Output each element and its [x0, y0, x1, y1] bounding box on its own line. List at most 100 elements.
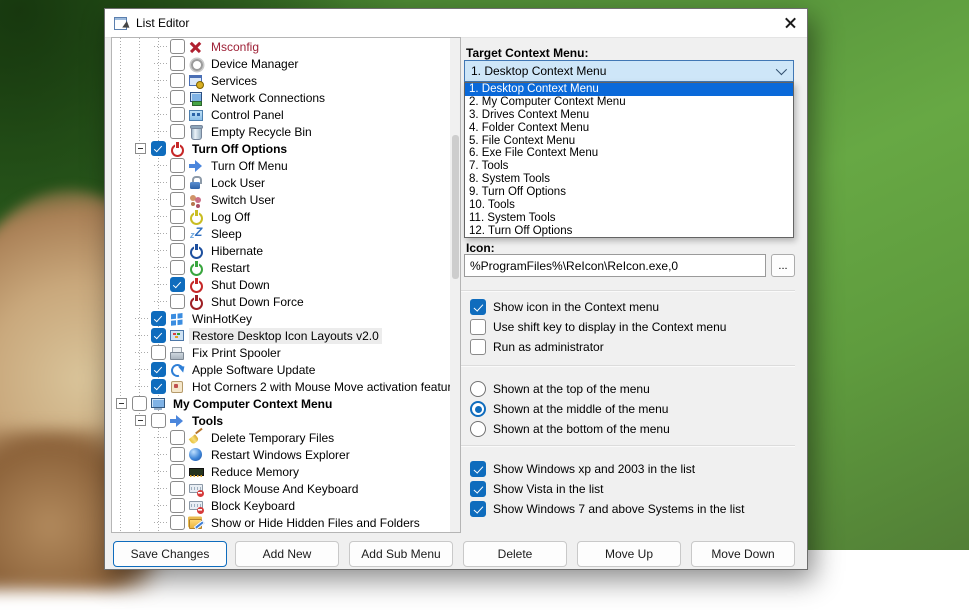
tree-item-label[interactable]: Empty Recycle Bin	[208, 124, 315, 140]
tree-item-checkbox[interactable]	[151, 328, 166, 343]
dropdown-option[interactable]: 1. Desktop Context Menu	[465, 83, 793, 96]
dropdown-option[interactable]: 9. Turn Off Options	[465, 186, 793, 199]
tree-item[interactable]: Restart	[112, 259, 460, 276]
tree-item-label[interactable]: Switch User	[208, 192, 278, 208]
checkbox[interactable]	[470, 461, 486, 477]
tree-item-checkbox[interactable]	[170, 90, 185, 105]
move-up-button[interactable]: Move Up	[577, 541, 681, 567]
tree-item-label[interactable]: Services	[208, 73, 260, 89]
tree-item-checkbox[interactable]	[170, 294, 185, 309]
icon-path-input[interactable]	[464, 254, 766, 277]
close-icon[interactable]	[773, 10, 807, 36]
tree-item-label[interactable]: Msconfig	[208, 39, 262, 55]
tree-item-label[interactable]: Block Keyboard	[208, 498, 298, 514]
tree-item-label[interactable]: WinHotKey	[189, 311, 255, 327]
tree-item-label[interactable]: Fix Print Spooler	[189, 345, 284, 361]
checkbox[interactable]	[470, 319, 486, 335]
tree-item-checkbox[interactable]	[151, 413, 166, 428]
tree-item[interactable]: Sleep	[112, 225, 460, 242]
radio-shown-at-the-middle-of-the-menu[interactable]: Shown at the middle of the menu	[470, 399, 670, 419]
checkbox[interactable]	[470, 299, 486, 315]
tree-item[interactable]: Delete Temporary Files	[112, 429, 460, 446]
tree-scrollbar[interactable]	[450, 38, 460, 532]
dropdown-option[interactable]: 8. System Tools	[465, 173, 793, 186]
move-down-button[interactable]: Move Down	[691, 541, 795, 567]
delete-button[interactable]: Delete	[463, 541, 567, 567]
tree-item[interactable]: Tools	[112, 412, 460, 429]
tree-item[interactable]: Hot Corners 2 with Mouse Move activation…	[112, 378, 460, 395]
tree-item-label[interactable]: Control Panel	[208, 107, 287, 123]
tree-item-label[interactable]: Turn Off Menu	[208, 158, 291, 174]
tree-item-checkbox[interactable]	[170, 124, 185, 139]
checkbox[interactable]	[470, 339, 486, 355]
tree-item[interactable]: WinHotKey	[112, 310, 460, 327]
checkbox[interactable]	[470, 481, 486, 497]
tree-item-label[interactable]: Restore Desktop Icon Layouts v2.0	[189, 328, 382, 344]
tree-item-checkbox[interactable]	[170, 243, 185, 258]
radio-button[interactable]	[470, 421, 486, 437]
tree-item[interactable]: Shut Down Force	[112, 293, 460, 310]
tree-item-label[interactable]: Sleep	[208, 226, 245, 242]
checkbox-show-windows-7-and-above-systems-in-the-list[interactable]: Show Windows 7 and above Systems in the …	[470, 499, 744, 519]
tree-item[interactable]: Show or Hide Hidden Files and Folders	[112, 514, 460, 531]
tree-item[interactable]: Apple Software Update	[112, 361, 460, 378]
tree-item-checkbox[interactable]	[151, 345, 166, 360]
tree-item-label[interactable]: Tools	[189, 413, 226, 429]
dropdown-option[interactable]: 6. Exe File Context Menu	[465, 147, 793, 160]
tree-item-checkbox[interactable]	[170, 226, 185, 241]
dropdown-option[interactable]: 3. Drives Context Menu	[465, 109, 793, 122]
tree-item-checkbox[interactable]	[151, 141, 166, 156]
tree-item-label[interactable]: Hibernate	[208, 243, 266, 259]
expand-collapse-toggle[interactable]	[116, 398, 127, 409]
checkbox-use-shift-key-to-display-in-the-context-menu[interactable]: Use shift key to display in the Context …	[470, 317, 726, 337]
tree-item-label[interactable]: Network Connections	[208, 90, 328, 106]
tree-item-label[interactable]: Hot Corners 2 with Mouse Move activation…	[189, 379, 461, 395]
tree-item-checkbox[interactable]	[170, 430, 185, 445]
tree-item-checkbox[interactable]	[132, 396, 147, 411]
tree-item-checkbox[interactable]	[170, 498, 185, 513]
tree-item-label[interactable]: Delete Temporary Files	[208, 430, 337, 446]
dropdown-option[interactable]: 12. Turn Off Options	[465, 225, 793, 238]
dropdown-option[interactable]: 5. File Context Menu	[465, 135, 793, 148]
tree-item[interactable]: Restart Windows Explorer	[112, 446, 460, 463]
tree-item[interactable]: Restore Desktop Icon Layouts v2.0	[112, 327, 460, 344]
tree-item[interactable]: Fix Print Spooler	[112, 344, 460, 361]
tree-item-label[interactable]: Device Manager	[208, 56, 301, 72]
tree-item-checkbox[interactable]	[151, 379, 166, 394]
tree-item-checkbox[interactable]	[170, 56, 185, 71]
radio-shown-at-the-bottom-of-the-menu[interactable]: Shown at the bottom of the menu	[470, 419, 670, 439]
save-changes-button[interactable]: Save Changes	[113, 541, 227, 567]
tree-item-label[interactable]: Shut Down	[208, 277, 273, 293]
tree-item-label[interactable]: Log Off	[208, 209, 253, 225]
expand-collapse-toggle[interactable]	[135, 415, 146, 426]
tree-item[interactable]: Switch User	[112, 191, 460, 208]
tree-item-label[interactable]: Shut Down Force	[208, 294, 307, 310]
expand-collapse-toggle[interactable]	[135, 143, 146, 154]
dropdown-option[interactable]: 7. Tools	[465, 160, 793, 173]
dropdown-option[interactable]: 4. Folder Context Menu	[465, 122, 793, 135]
tree-item[interactable]: Hibernate	[112, 242, 460, 259]
tree-item-checkbox[interactable]	[151, 362, 166, 377]
checkbox-run-as-administrator[interactable]: Run as administrator	[470, 337, 726, 357]
checkbox[interactable]	[470, 501, 486, 517]
context-menu-tree[interactable]: MsconfigDevice ManagerServicesNetwork Co…	[111, 37, 461, 533]
tree-item[interactable]: Block Mouse And Keyboard	[112, 480, 460, 497]
radio-shown-at-the-top-of-the-menu[interactable]: Shown at the top of the menu	[470, 379, 670, 399]
tree-item-checkbox[interactable]	[170, 73, 185, 88]
tree-item-label[interactable]: My Computer Context Menu	[170, 396, 335, 412]
tree-item-label[interactable]: Restart Windows Explorer	[208, 447, 353, 463]
tree-item-checkbox[interactable]	[170, 158, 185, 173]
tree-item-checkbox[interactable]	[170, 260, 185, 275]
checkbox-show-windows-xp-and-2003-in-the-list[interactable]: Show Windows xp and 2003 in the list	[470, 459, 744, 479]
tree-item-label[interactable]: Turn Off Options	[189, 141, 290, 157]
tree-item-checkbox[interactable]	[170, 464, 185, 479]
tree-item[interactable]: Reduce Memory	[112, 463, 460, 480]
tree-item[interactable]: Msconfig	[112, 38, 460, 55]
tree-item[interactable]: Shut Down	[112, 276, 460, 293]
tree-item[interactable]: Control Panel	[112, 106, 460, 123]
add-new-button[interactable]: Add New	[235, 541, 339, 567]
checkbox-show-vista-in-the-list[interactable]: Show Vista in the list	[470, 479, 744, 499]
tree-item-checkbox[interactable]	[170, 192, 185, 207]
tree-item-checkbox[interactable]	[170, 175, 185, 190]
tree-item-checkbox[interactable]	[170, 107, 185, 122]
